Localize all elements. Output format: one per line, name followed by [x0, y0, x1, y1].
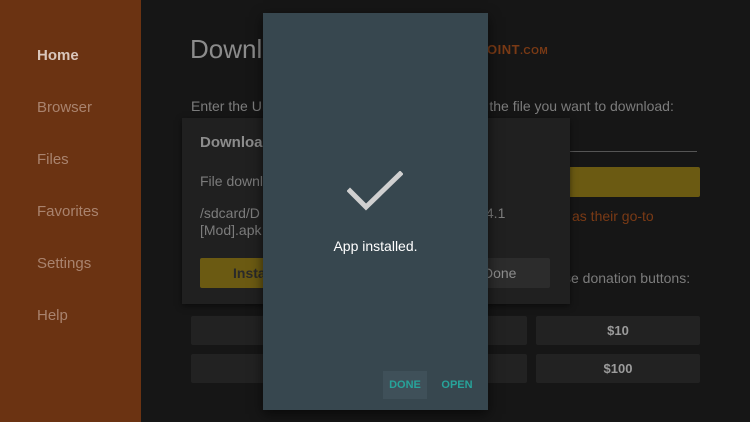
brand-suffix: .COM: [520, 46, 549, 57]
sidebar-item-home[interactable]: Home: [37, 47, 79, 64]
installer-dialog: App installed. DONE OPEN: [263, 13, 488, 410]
instruction-left: Enter the U: [191, 98, 262, 114]
brand-logo: OINT.COM: [487, 42, 548, 57]
checkmark-icon: [347, 171, 403, 211]
download-status: File downl: [200, 173, 264, 189]
download-filename: [Mod].apk: [200, 222, 262, 238]
page-title: Downl: [190, 34, 263, 64]
installer-open-button[interactable]: OPEN: [435, 371, 479, 399]
brand-text: OINT: [487, 42, 521, 57]
download-path: /sdcard/D: [200, 205, 260, 221]
sidebar-item-help[interactable]: Help: [37, 307, 68, 324]
sidebar: Home Browser Files Favorites Settings He…: [0, 0, 141, 422]
instruction-right: r the file you want to download:: [480, 98, 674, 114]
donation-button-100[interactable]: $100: [536, 354, 700, 383]
sidebar-item-settings[interactable]: Settings: [37, 255, 91, 272]
install-status-text: App installed.: [333, 238, 418, 254]
installer-done-button[interactable]: DONE: [383, 371, 427, 399]
donation-button-10[interactable]: $10: [536, 316, 700, 345]
sidebar-item-browser[interactable]: Browser: [37, 99, 92, 116]
sidebar-item-files[interactable]: Files: [37, 151, 69, 168]
info-text: as their go-to: [572, 208, 654, 224]
go-button[interactable]: [566, 167, 700, 197]
url-input[interactable]: [566, 151, 697, 152]
download-dialog-title: Download: [200, 134, 272, 151]
donation-prompt: se donation buttons:: [564, 270, 691, 286]
sidebar-item-favorites[interactable]: Favorites: [37, 203, 99, 220]
